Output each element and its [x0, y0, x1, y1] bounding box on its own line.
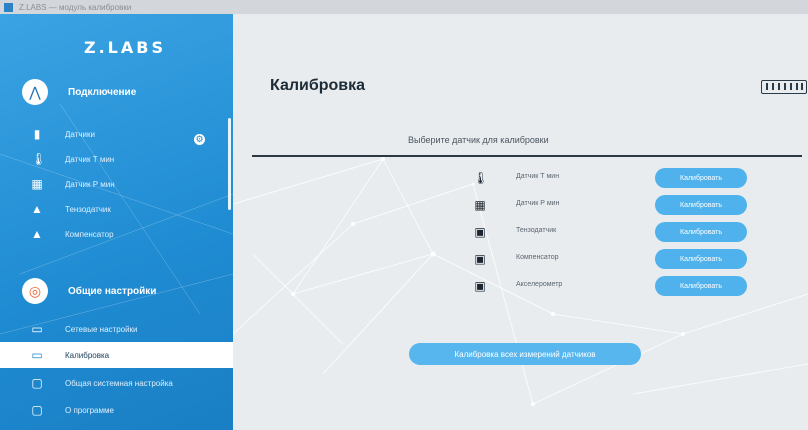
sidebar-item-label: Тензодатчик — [65, 204, 111, 214]
sidebar-item-temp-sensor[interactable]: 🌡︎ Датчик Т мин — [0, 146, 233, 172]
sidebar-item-strain-gauge[interactable]: ▲ Тензодатчик — [0, 196, 233, 222]
lifebuoy-icon: ◎ — [22, 278, 48, 304]
page-title: Калибровка — [270, 77, 366, 94]
sidebar-item-label: Датчики — [65, 129, 95, 139]
brand-logo: Z.LABS — [84, 38, 166, 57]
sidebar-item-pressure-sensor[interactable]: ▦ Датчик Р мин — [0, 171, 233, 197]
calibrate-button[interactable]: Калибровать — [655, 249, 747, 269]
title-bar: Z.LABS — модуль калибровки — [0, 0, 808, 14]
settings-icon: ▢ — [31, 376, 43, 390]
app-window: Z.LABS — модуль калибровки Z.LABS ⋀ Подк… — [0, 0, 808, 430]
sensor-icon: ▮ — [33, 127, 41, 141]
image-icon: ▲ — [31, 227, 43, 241]
sidebar-item-label: Общая системная настройка — [65, 378, 173, 388]
image-icon: ▲ — [31, 202, 43, 216]
grid-icon: ▦ — [474, 198, 486, 212]
sidebar: Z.LABS ⋀ Подключение ▮ Датчики ⚙ 🌡︎ Датч… — [0, 14, 233, 430]
calibrate-button[interactable]: Калибровать — [655, 276, 747, 296]
sensor-row: ▣ Тензодатчик Калибровать — [233, 222, 808, 242]
calibrate-button[interactable]: Калибровать — [655, 222, 747, 242]
window-title: Z.LABS — модуль калибровки — [19, 2, 132, 12]
sensor-row: ▦ Датчик Р мин Калибровать — [233, 195, 808, 215]
info-icon: ▢ — [31, 403, 43, 417]
thermometer-icon: 🌡︎ — [473, 171, 489, 185]
sidebar-item-label: О программе — [65, 405, 114, 415]
sidebar-item-compensator[interactable]: ▲ Компенсатор — [0, 221, 233, 247]
section-connection[interactable]: ⋀ Подключение — [22, 79, 136, 105]
sidebar-item-label: Датчик Р мин — [65, 179, 115, 189]
arrow-up-icon: ⋀ — [22, 79, 48, 105]
image-icon: ▣ — [474, 225, 486, 239]
section-connection-label: Подключение — [68, 86, 137, 98]
header-divider — [252, 155, 802, 157]
section-general-settings[interactable]: ◎ Общие настройки — [22, 278, 156, 304]
sidebar-item-label: Калибровка — [65, 350, 110, 360]
sensor-name: Тензодатчик — [516, 227, 557, 234]
sidebar-item-calibration[interactable]: ▭ Калибровка — [0, 342, 233, 368]
calibration-subtitle: Выберите датчик для калибровки — [408, 135, 549, 145]
calibrate-button[interactable]: Калибровать — [655, 168, 747, 188]
sensor-name: Датчик Т мин — [516, 173, 560, 180]
sensor-name: Датчик Р мин — [516, 200, 560, 207]
gear-icon[interactable]: ⚙ — [194, 134, 205, 145]
main-panel: Калибровка Выберите датчик для калибровк… — [233, 14, 808, 430]
sensor-name: Компенсатор — [516, 254, 559, 261]
thermometer-icon: 🌡︎ — [31, 152, 47, 166]
keyboard-icon: ▭ — [31, 348, 43, 362]
sidebar-item-about[interactable]: ▢ О программе — [0, 397, 233, 423]
calibrate-all-button[interactable]: Калибровка всех измерений датчиков — [409, 343, 641, 365]
sidebar-scrollbar[interactable] — [228, 118, 231, 210]
sensor-row: ▣ Компенсатор Калибровать — [233, 249, 808, 269]
keyboard-icon[interactable] — [761, 80, 807, 94]
image-icon: ▣ — [474, 279, 486, 293]
sidebar-item-network[interactable]: ▭ Сетевые настройки — [0, 316, 233, 342]
calibrate-button[interactable]: Калибровать — [655, 195, 747, 215]
sensor-row: ▣ Акселерометр Калибровать — [233, 276, 808, 296]
section-general-settings-label: Общие настройки — [68, 285, 157, 297]
network-icon: ▭ — [31, 322, 43, 336]
sidebar-item-system-settings[interactable]: ▢ Общая системная настройка — [0, 370, 233, 396]
sidebar-item-label: Компенсатор — [65, 229, 114, 239]
sensor-row: 🌡︎ Датчик Т мин Калибровать — [233, 168, 808, 188]
app-icon — [4, 2, 13, 12]
sidebar-item-label: Датчик Т мин — [65, 154, 115, 164]
grid-icon: ▦ — [31, 177, 43, 191]
sensor-name: Акселерометр — [516, 281, 563, 288]
sidebar-item-label: Сетевые настройки — [65, 324, 138, 334]
image-icon: ▣ — [474, 252, 486, 266]
